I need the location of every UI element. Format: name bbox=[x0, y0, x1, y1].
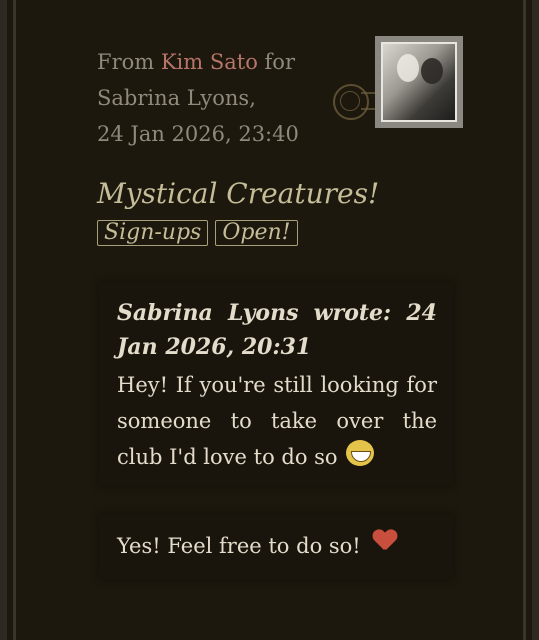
tag-sign-ups[interactable]: Sign-ups bbox=[97, 220, 209, 246]
reply-body: Yes! Feel free to do so! bbox=[117, 528, 397, 564]
from-line: From Kim Sato for bbox=[97, 44, 357, 80]
recipient-name: Sabrina Lyons, bbox=[97, 86, 256, 110]
letter-frame: From Kim Sato for Sabrina Lyons, 24 Jan … bbox=[0, 0, 539, 640]
postage-stamp-image bbox=[375, 36, 463, 128]
laughing-emoji-icon bbox=[346, 440, 375, 466]
quoted-message: Sabrina Lyons wrote: 24 Jan 2026, 20:31 … bbox=[99, 282, 453, 486]
for-label: for bbox=[264, 50, 295, 74]
tag-open[interactable]: Open! bbox=[215, 220, 298, 246]
quote-body: Hey! If you're still looking for someone… bbox=[117, 367, 437, 475]
stamp-photo bbox=[381, 42, 457, 122]
letter-subject: Mystical Creatures! bbox=[97, 177, 380, 210]
letter-timestamp: 24 Jan 2026, 23:40 bbox=[97, 122, 299, 146]
quote-text: Hey! If you're still looking for someone… bbox=[117, 373, 437, 469]
tag-list: Sign-ups Open! bbox=[97, 220, 298, 246]
reply-text: Yes! Feel free to do so! bbox=[117, 534, 361, 558]
sender-name[interactable]: Kim Sato bbox=[161, 50, 258, 74]
quote-header: Sabrina Lyons wrote: 24 Jan 2026, 20:31 bbox=[117, 300, 437, 360]
from-label: From bbox=[97, 50, 155, 74]
letter-meta: From Kim Sato for Sabrina Lyons, 24 Jan … bbox=[97, 44, 357, 152]
heart-emoji-icon bbox=[373, 530, 397, 552]
reply-message: Yes! Feel free to do so! bbox=[99, 514, 453, 580]
